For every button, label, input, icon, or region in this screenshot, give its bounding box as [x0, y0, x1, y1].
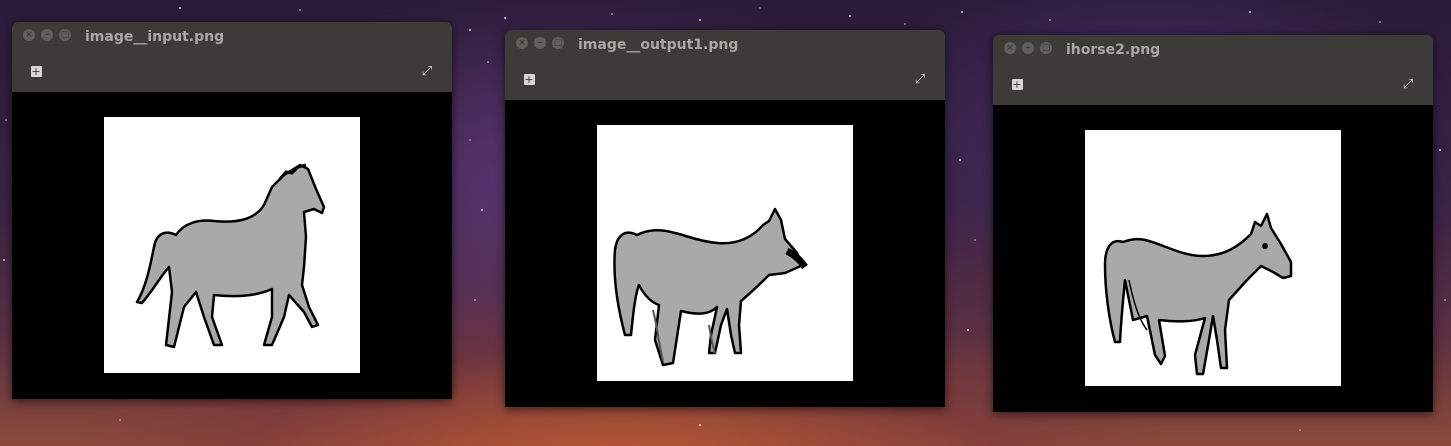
- plus-box-icon: +: [1011, 78, 1023, 91]
- window-titlebar[interactable]: × – □ image__input.png: [12, 22, 452, 52]
- minimize-icon[interactable]: –: [1022, 42, 1034, 54]
- window-title: image__input.png: [85, 29, 225, 45]
- maximize-icon[interactable]: □: [552, 37, 564, 49]
- horse-image: [1103, 212, 1293, 376]
- maximize-icon[interactable]: □: [1040, 42, 1052, 54]
- fullscreen-button[interactable]: ⤢: [414, 59, 440, 85]
- maximize-icon[interactable]: □: [59, 29, 71, 41]
- add-button[interactable]: +: [516, 67, 542, 93]
- image-content: [597, 125, 853, 381]
- image-content: [104, 117, 360, 373]
- horse-image: [613, 207, 808, 367]
- viewer-toolbar: + ⤢: [993, 65, 1433, 106]
- image-canvas: [993, 105, 1433, 412]
- close-icon[interactable]: ×: [23, 29, 35, 41]
- minimize-icon[interactable]: –: [41, 29, 53, 41]
- viewer-toolbar: + ⤢: [505, 60, 945, 101]
- image-canvas: [12, 92, 452, 399]
- add-button[interactable]: +: [1004, 72, 1030, 98]
- plus-box-icon: +: [523, 73, 535, 86]
- horse-image: [135, 163, 326, 349]
- window-title: image__output1.png: [578, 37, 739, 53]
- add-button[interactable]: +: [23, 59, 49, 85]
- image-content: [1085, 130, 1341, 386]
- minimize-icon[interactable]: –: [534, 37, 546, 49]
- image-canvas: [505, 100, 945, 407]
- close-icon[interactable]: ×: [1004, 42, 1016, 54]
- viewer-toolbar: + ⤢: [12, 52, 452, 93]
- window-titlebar[interactable]: × – □ image__output1.png: [505, 30, 945, 60]
- fullscreen-button[interactable]: ⤢: [1395, 72, 1421, 98]
- window-title: ihorse2.png: [1066, 42, 1161, 58]
- image-viewer-window-output: × – □ image__output1.png + ⤢: [505, 30, 945, 407]
- plus-box-icon: +: [30, 65, 42, 78]
- image-viewer-window-input: × – □ image__input.png + ⤢: [12, 22, 452, 399]
- window-titlebar[interactable]: × – □ ihorse2.png: [993, 35, 1433, 65]
- close-icon[interactable]: ×: [516, 37, 528, 49]
- fullscreen-button[interactable]: ⤢: [907, 67, 933, 93]
- image-viewer-window-ihorse2: × – □ ihorse2.png + ⤢: [993, 35, 1433, 412]
